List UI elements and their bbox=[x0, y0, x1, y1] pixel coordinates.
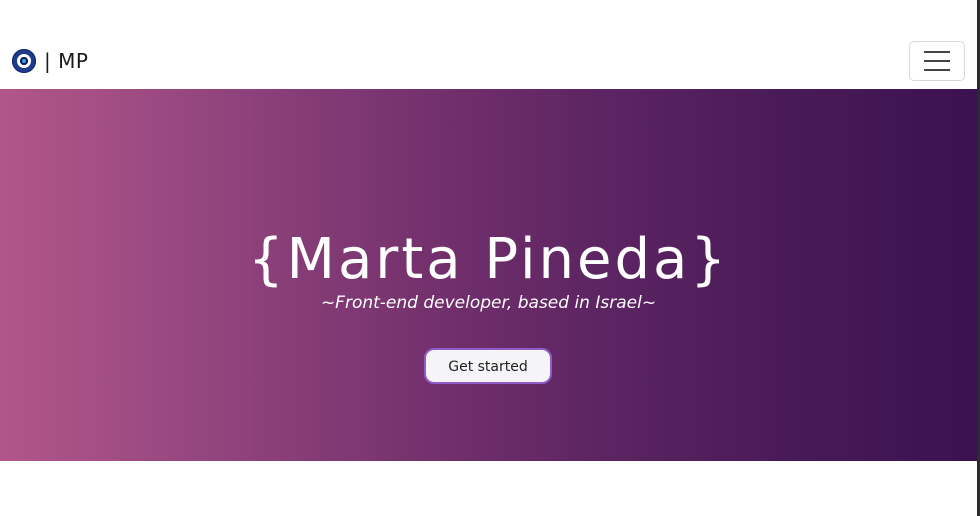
hamburger-menu-icon bbox=[924, 50, 950, 53]
navbar: | MP bbox=[0, 32, 977, 89]
brand-link[interactable]: | MP bbox=[12, 48, 89, 73]
hero-subtitle: ~Front-end developer, based in Israel~ bbox=[320, 293, 657, 313]
page: | MP {Marta Pineda} ~Front-end developer… bbox=[0, 0, 980, 516]
hamburger-menu-icon bbox=[924, 59, 950, 62]
hero-title: {Marta Pineda} bbox=[248, 226, 729, 292]
hero-section: {Marta Pineda} ~Front-end developer, bas… bbox=[0, 89, 977, 461]
menu-toggle-button[interactable] bbox=[909, 40, 965, 81]
get-started-button[interactable]: Get started bbox=[424, 348, 552, 384]
brand-text: | MP bbox=[44, 48, 89, 73]
evil-eye-icon bbox=[12, 48, 36, 73]
hamburger-menu-icon bbox=[924, 68, 950, 71]
